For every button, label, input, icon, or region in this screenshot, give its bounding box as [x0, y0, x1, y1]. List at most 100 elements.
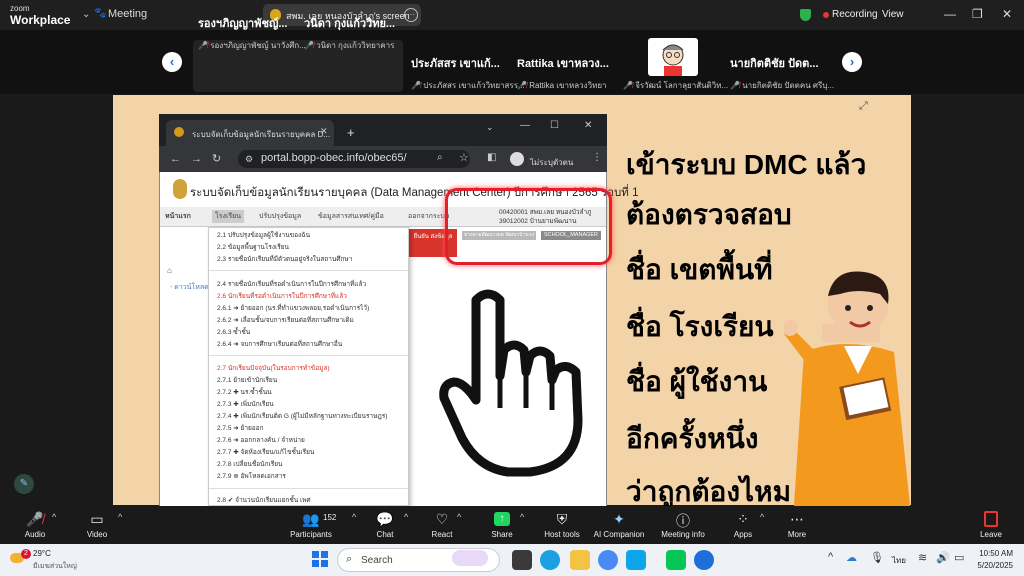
menu-logout[interactable]: ออกจากระบบ [408, 211, 449, 222]
dropdown-item[interactable]: 2.7.6 ➜ ออกกลางคัน / จำหน่าย [217, 435, 305, 445]
url-text: portal.bopp-obec.info/obec65/ [261, 152, 407, 164]
menu-info[interactable]: ข้อมูลสารสนเทศ/คู่มือ [318, 211, 384, 222]
share-chevron-icon[interactable]: ^ [520, 512, 524, 522]
ai-companion-button[interactable]: AI Companion [584, 530, 654, 539]
participant-name[interactable]: ประภัสสร เขาแก้... [411, 54, 500, 72]
video-options-chevron-icon[interactable]: ^ [118, 512, 122, 522]
ai-companion-sparkle-icon[interactable]: ✦ [584, 511, 654, 528]
microphone-icon[interactable]: 🎙 [870, 551, 884, 564]
recording-label[interactable]: Recording [832, 9, 878, 20]
cloud-icon[interactable]: ☁ [846, 551, 857, 564]
muted-mic-icon: 🎤̸ [623, 81, 636, 90]
browser-close-icon[interactable]: ✕ [584, 120, 592, 131]
recording-dot-icon [823, 12, 829, 18]
dropdown-item[interactable]: 2.7.2 ✚ นร.ซ้ำชั้นน [217, 387, 272, 397]
dropdown-item[interactable]: 2.7.5 ➜ ย้ายออก [217, 423, 264, 433]
language-indicator[interactable]: ไทย [892, 554, 906, 567]
expand-icon[interactable]: ⤢ [859, 100, 875, 114]
edge-browser-icon[interactable] [540, 550, 560, 570]
dropdown-item[interactable]: 2.6.3 ซ้ำชั้น [217, 327, 250, 337]
weather-temp[interactable]: 29°C [33, 549, 51, 558]
dropdown-item[interactable]: 2.6.1 ➜ ย้ายออก (นร.ที่ทำแขวงพลอย,รอดำเน… [217, 303, 369, 313]
participant-name[interactable]: Rattika เขาหลวง... [517, 54, 609, 72]
browser-minimize-icon[interactable]: — [520, 120, 530, 131]
sidebar-icon[interactable]: ◧ [487, 152, 496, 163]
store-icon[interactable] [626, 550, 646, 570]
dropdown-item[interactable]: 2.7.7 ✚ จัดห้องเรียน/แก้ไขชั้นเรียน [217, 447, 314, 457]
clock-date[interactable]: 5/20/2025 [969, 561, 1013, 570]
chevron-down-icon[interactable]: ⌄ [82, 9, 90, 20]
annotate-pen-icon[interactable]: ✎ [14, 474, 34, 494]
participant-name: วนิดา กุงแก้ววิทย... [304, 18, 396, 30]
battery-icon[interactable]: ▭ [954, 551, 964, 564]
react-heart-icon[interactable]: ♡ [407, 511, 477, 528]
security-shield-icon[interactable] [800, 9, 811, 21]
participants-button[interactable]: Participants [276, 530, 346, 539]
chrome-icon[interactable] [598, 550, 618, 570]
menu-update[interactable]: ปรับปรุงข้อมูล [259, 211, 301, 222]
tray-chevron-icon[interactable]: ^ [828, 551, 833, 563]
windows-start-icon[interactable] [312, 551, 328, 567]
clock-time[interactable]: 10:50 AM [975, 549, 1013, 558]
search-icon: ⌕ [346, 553, 353, 565]
search-icon[interactable]: ⌕ [437, 152, 443, 163]
dropdown-item[interactable]: 2.8 ✔ จำนวนนักเรียนแยกชั้น เพศ [217, 495, 311, 505]
react-chevron-icon[interactable]: ^ [457, 512, 461, 522]
tab-title: ระบบจัดเก็บข้อมูลนักเรียนรายบุคคล D... [192, 130, 331, 139]
tab-favicon [174, 127, 184, 137]
dropdown-item[interactable]: 2.7.3 ✚ เพิ่มนักเรียน [217, 399, 274, 409]
participant-name[interactable]: นายกิตติชัย ปัดต... [730, 54, 819, 72]
muted-mic-icon[interactable]: 🎤̸ [0, 511, 70, 528]
participants-count: 152 [323, 513, 337, 522]
task-view-icon[interactable] [512, 550, 532, 570]
menu-home[interactable]: หน้าแรก [165, 211, 191, 222]
audio-options-chevron-icon[interactable]: ^ [52, 512, 56, 522]
strip-next-button[interactable]: › [842, 52, 862, 72]
dropdown-item[interactable]: 2.7.1 ย้ายเข้านักเรียน [217, 375, 277, 385]
more-icon[interactable]: ⋯ [762, 511, 832, 528]
participant-label: ประภัสสร เขาแก้ววิทยาสรร... [423, 81, 525, 90]
strip-prev-button[interactable]: ‹ [162, 52, 182, 72]
view-button[interactable]: View [882, 9, 904, 20]
leave-button[interactable]: Leave [956, 530, 1024, 539]
volume-icon[interactable]: 🔊 [936, 551, 950, 564]
restore-icon[interactable]: ❐ [972, 7, 983, 21]
dropdown-item[interactable]: 2.2 ข้อมูลพื้นฐานโรงเรียน [217, 242, 289, 252]
browser-maximize-icon[interactable]: ☐ [550, 120, 559, 131]
audio-button[interactable]: Audio [0, 530, 70, 539]
leave-door-icon[interactable] [984, 511, 998, 527]
dropdown-item[interactable]: 2.7.4 ✚ เพิ่มนักเรียนติด G (ผู้ไม่มีหลัก… [217, 411, 387, 421]
wifi-icon[interactable]: ≋ [918, 551, 927, 564]
tab-close-icon[interactable]: ✕ [320, 126, 328, 137]
close-icon[interactable]: ✕ [1002, 7, 1012, 21]
more-button[interactable]: More [762, 530, 832, 539]
dropdown-item[interactable]: 2.3 รายชื่อนักเรียนที่มีตัวตนอยู่จริงในส… [217, 254, 352, 264]
zoom-taskbar-icon[interactable] [694, 550, 714, 570]
dropdown-item[interactable]: 2.7.8 เปลี่ยนชื่อนักเรียน [217, 459, 283, 469]
video-button[interactable]: Video [62, 530, 132, 539]
share-screen-icon[interactable]: ↑ [494, 512, 510, 526]
nav-arrows-icon[interactable]: ←→↻ [170, 152, 231, 165]
home-icon[interactable]: ⌂ [167, 266, 172, 275]
profile-label[interactable]: ไม่ระบุตัวตน [530, 156, 573, 169]
site-info-icon[interactable]: ⚙ [245, 154, 253, 165]
tab-search-icon[interactable]: ⌄ [486, 122, 494, 133]
more-options-icon[interactable]: ··· [404, 8, 418, 22]
browser-menu-icon[interactable]: ⋮ [592, 152, 602, 163]
file-explorer-icon[interactable] [570, 550, 590, 570]
line-icon[interactable] [666, 550, 686, 570]
bookmark-star-icon[interactable]: ☆ [459, 151, 469, 164]
download-link[interactable]: - ดาวน์โหลด [170, 282, 209, 293]
minimize-icon[interactable]: — [944, 7, 956, 21]
dropdown-item[interactable]: 2.6.2 ➜ เลื่อนชั้น/จบการเรียนต่อที่สถานศ… [217, 315, 354, 325]
dropdown-item[interactable]: 2.4 รายชื่อนักเรียนที่รอดำเนินการในปีการ… [217, 279, 366, 289]
participant-avatar[interactable] [648, 38, 698, 76]
pointing-hand-icon [439, 289, 583, 477]
menu-school[interactable]: โรงเรียน [212, 210, 244, 223]
new-tab-icon[interactable]: + [347, 125, 355, 140]
dropdown-item[interactable]: 2.6 นักเรียนที่รอดำเนินการในปีการศึกษาที… [217, 291, 347, 301]
dropdown-item[interactable]: 2.7 นักเรียนปัจจุบัน(ในรอบการทำข้อมูล) [217, 363, 330, 373]
dropdown-item[interactable]: 2.1 ปรับปรุงข้อมูลผู้ใช้งานของฉัน [217, 230, 310, 240]
dropdown-item[interactable]: 2.7.9 ⊕ อัพโหลดเอกสาร [217, 471, 286, 481]
dropdown-item[interactable]: 2.6.4 ➜ จบการศึกษาเรียนต่อที่สถานศึกษาอื… [217, 339, 342, 349]
